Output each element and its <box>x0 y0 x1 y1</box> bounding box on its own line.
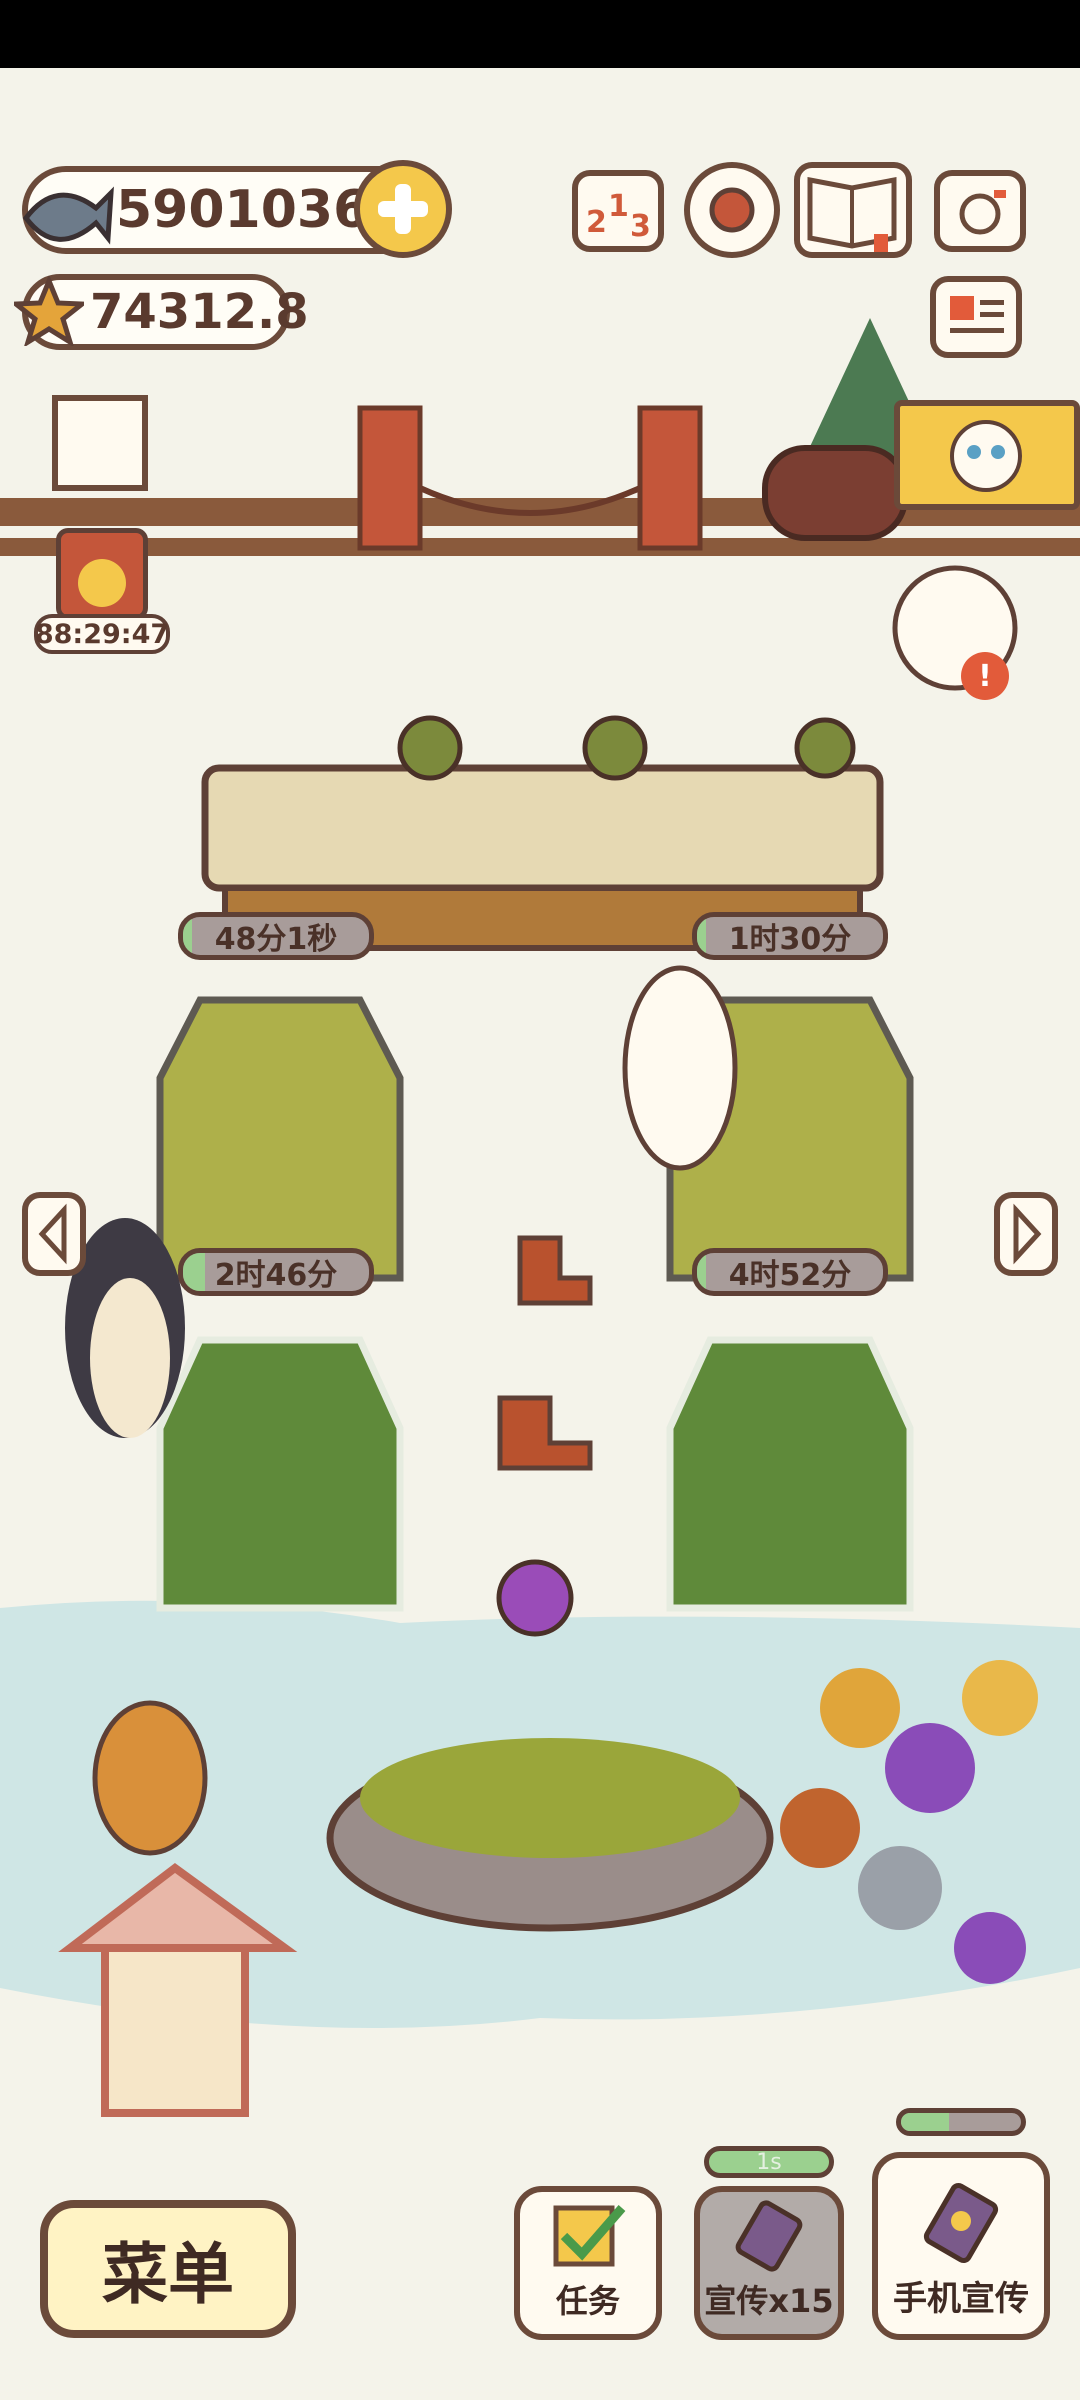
scroll-right-button[interactable] <box>994 1192 1058 1276</box>
plus-icon <box>378 184 428 234</box>
event-timer: 88:29:47 <box>34 614 170 654</box>
menu-button[interactable]: 菜单 <box>40 2200 296 2338</box>
fish-count: 5901036 <box>116 180 370 240</box>
promo-cooldown: 1s <box>704 2146 834 2178</box>
festival-banner-button[interactable] <box>894 400 1080 510</box>
add-fish-button[interactable] <box>354 160 452 258</box>
svg-text:!: ! <box>978 659 992 694</box>
mailbox-shed <box>101 1939 249 2117</box>
phone-promo-label: 手机宣传 <box>893 2279 1029 2319</box>
star-icon <box>14 276 84 346</box>
shop-icon <box>52 395 148 491</box>
phone-promo-progress-bar <box>896 2108 1026 2136</box>
newspaper-button[interactable] <box>930 276 1022 358</box>
phone-icon <box>923 2182 999 2264</box>
svg-text:3: 3 <box>630 209 651 244</box>
svg-text:2: 2 <box>586 205 607 240</box>
status-bar <box>0 0 1080 68</box>
chevron-right-icon <box>1013 1203 1042 1265</box>
tasks-button[interactable]: 任务 <box>514 2186 662 2340</box>
fish-icon <box>22 186 114 245</box>
leaderboard-icon: 2 1 3 <box>586 189 651 244</box>
gear-icon <box>709 187 755 233</box>
counter <box>201 764 884 892</box>
camera-button[interactable] <box>934 170 1026 252</box>
greenhouse-2[interactable] <box>670 998 910 1278</box>
greenhouse-1[interactable] <box>160 998 400 1278</box>
boot <box>517 1235 593 1306</box>
phone-promo-progress-fill <box>901 2113 949 2131</box>
greenhouse-4[interactable] <box>670 1338 910 1608</box>
greenhouse-2-timer: 1时30分 <box>692 912 888 960</box>
phone-promo-button[interactable]: 手机宣传 <box>872 2152 1050 2340</box>
settings-button[interactable] <box>684 162 780 258</box>
gate-pillar-left <box>357 405 423 551</box>
greenhouse-1-timer: 48分1秒 <box>178 912 374 960</box>
checkbox-icon <box>553 2205 626 2267</box>
greenhouse-2-time: 1时30分 <box>728 922 852 957</box>
camera-icon <box>959 190 1006 235</box>
chevron-left-icon <box>38 1203 67 1265</box>
star-count: 74312.8 <box>90 284 309 340</box>
event-tiger-button[interactable] <box>56 528 148 620</box>
promo-button[interactable]: 宣传x15 <box>694 2186 844 2340</box>
menu-label: 菜单 <box>102 2236 234 2313</box>
tiger-icon <box>78 559 126 607</box>
leaderboard-button[interactable]: 2 1 3 <box>572 170 664 252</box>
serval-cat <box>92 1700 208 1856</box>
scroll-left-button[interactable] <box>22 1192 86 1276</box>
catalog-button[interactable] <box>794 162 912 258</box>
svg-text:1: 1 <box>608 189 629 224</box>
greenhouse-3[interactable] <box>160 1338 400 1608</box>
greenhouse-2-progress <box>697 917 707 955</box>
promo-label: 宣传x15 <box>704 2282 834 2320</box>
purple-orb <box>496 1559 574 1637</box>
book-icon <box>807 176 897 252</box>
greenhouse-1-progress <box>183 917 193 955</box>
newspaper-icon <box>950 296 1004 333</box>
gate-pillar-right <box>637 405 703 551</box>
lion-dance-icon <box>950 420 1022 492</box>
tasks-label: 任务 <box>555 2282 620 2320</box>
grill <box>762 445 908 541</box>
greenhouse-1-time: 48分1秒 <box>214 922 338 957</box>
phone-icon <box>735 2200 803 2272</box>
